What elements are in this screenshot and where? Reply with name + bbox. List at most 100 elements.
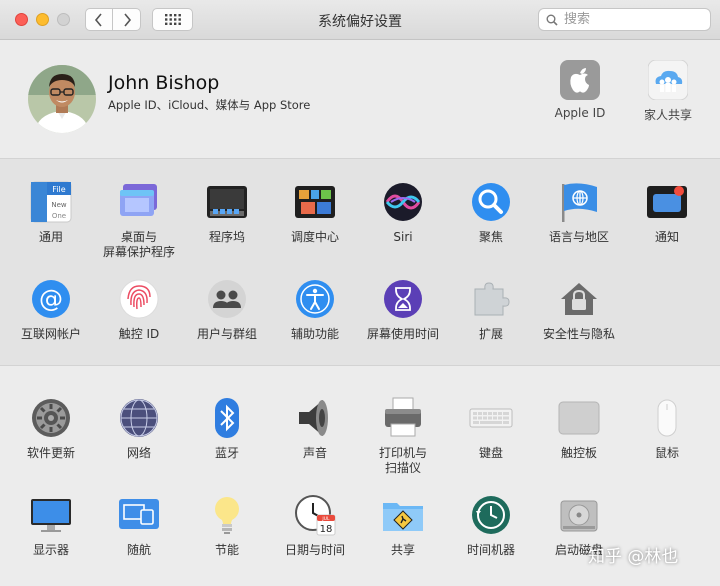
pane-dock[interactable]: 程序坞	[183, 180, 271, 245]
pane-security-privacy[interactable]: 安全性与隐私	[535, 277, 623, 342]
pane-network[interactable]: 网络	[95, 396, 183, 461]
title-bar: 系统偏好设置	[0, 0, 720, 40]
apple-logo-icon	[560, 60, 600, 100]
pane-family-sharing[interactable]: 家人共享	[628, 60, 708, 123]
back-button[interactable]	[85, 8, 113, 31]
user-subtitle: Apple ID、iCloud、媒体与 App Store	[108, 98, 311, 112]
hard-disk-icon	[560, 500, 598, 532]
fingerprint-icon	[119, 279, 159, 319]
avatar[interactable]	[28, 65, 96, 133]
pane-time-machine[interactable]: 时间机器	[447, 493, 535, 558]
pane-spotlight[interactable]: 聚焦	[447, 180, 535, 245]
pane-energy-saver[interactable]: 节能	[183, 493, 271, 558]
at-sign-icon: @	[32, 280, 70, 318]
pane-extensions-label: 扩展	[478, 327, 503, 341]
minimize-button[interactable]	[36, 13, 49, 26]
mouse-icon	[657, 399, 677, 437]
pane-mission-control[interactable]: 调度中心	[271, 180, 359, 245]
user-name: John Bishop	[108, 72, 220, 94]
pane-extensions[interactable]: 扩展	[447, 277, 535, 342]
family-sharing-icon	[648, 60, 688, 100]
pane-software-update[interactable]: 软件更新	[7, 396, 95, 461]
pane-apple-id[interactable]: Apple ID	[540, 60, 620, 120]
search-field[interactable]	[538, 8, 711, 31]
pane-siri[interactable]: Siri	[359, 180, 447, 245]
search-input[interactable]	[562, 11, 706, 28]
zoom-button[interactable]	[57, 13, 70, 26]
pane-desktop-label: 桌面与 屏幕保护程序	[102, 230, 175, 259]
pane-energy-saver-label: 节能	[214, 543, 239, 557]
pane-users-label: 用户与群组	[196, 327, 257, 341]
pane-accessibility[interactable]: 辅助功能	[271, 277, 359, 342]
clock-calendar-icon: JUL 18	[295, 495, 336, 536]
trackpad-icon	[558, 401, 600, 435]
pane-accessibility-label: 辅助功能	[290, 327, 339, 341]
general-icon-one: One	[52, 212, 66, 220]
pane-sidecar-label: 随航	[126, 543, 151, 557]
display-icon	[31, 499, 71, 532]
show-all-button[interactable]	[152, 8, 193, 31]
pane-touch-id[interactable]: 触控 ID	[95, 277, 183, 342]
notifications-icon	[647, 186, 687, 218]
pane-printers-scanners[interactable]: 打印机与 扫描仪	[359, 396, 447, 476]
pane-date-time[interactable]: JUL 18 日期与时间	[271, 493, 359, 558]
apple-id-label: Apple ID	[554, 106, 606, 120]
hourglass-icon	[384, 280, 422, 318]
pane-sharing[interactable]: 共享	[359, 493, 447, 558]
time-machine-icon	[472, 496, 510, 534]
pane-mouse-label: 鼠标	[654, 446, 679, 460]
close-button[interactable]	[15, 13, 28, 26]
sidecar-icon	[119, 499, 159, 529]
system-preferences-window: 系统偏好设置 John Bishop Apple ID、iCloud、	[0, 0, 720, 586]
window-title: 系统偏好设置	[318, 14, 402, 30]
house-lock-icon	[561, 283, 597, 315]
pane-desktop-screensaver[interactable]: 桌面与 屏幕保护程序	[95, 180, 183, 260]
watermark: 知乎 @林也	[588, 547, 679, 567]
flag-globe-icon	[562, 183, 597, 222]
pane-keyboard-label: 键盘	[478, 446, 503, 460]
pane-language-label: 语言与地区	[548, 230, 609, 244]
dock-icon	[207, 186, 247, 218]
chevron-left-icon	[94, 12, 102, 27]
pane-touch-id-label: 触控 ID	[118, 327, 160, 341]
personal-panes-section: File New One 通用 桌面与 屏幕保护程序 程序坞 调度中心 Siri…	[0, 159, 720, 366]
pane-notifications[interactable]: 通知	[623, 180, 711, 245]
pane-screen-time-label: 屏幕使用时间	[366, 327, 439, 341]
pane-trackpad-label: 触控板	[560, 446, 597, 460]
spotlight-icon	[472, 183, 510, 221]
pane-sound[interactable]: 声音	[271, 396, 359, 461]
pane-bluetooth[interactable]: 蓝牙	[183, 396, 271, 461]
pane-sharing-label: 共享	[390, 543, 415, 557]
pane-sound-label: 声音	[302, 446, 327, 460]
pane-sidecar[interactable]: 随航	[95, 493, 183, 558]
mission-control-icon	[295, 186, 335, 218]
general-icon-file: File	[52, 185, 65, 194]
pane-spotlight-label: 聚焦	[478, 230, 503, 244]
pane-network-label: 网络	[126, 446, 151, 460]
pane-internet-accounts-label: 互联网帐户	[20, 327, 81, 341]
pane-time-machine-label: 时间机器	[466, 543, 515, 557]
pane-mouse[interactable]: 鼠标	[623, 396, 711, 461]
general-icon-new: New	[51, 201, 67, 209]
pane-general[interactable]: File New One 通用	[7, 180, 95, 245]
printer-icon	[385, 397, 421, 437]
globe-icon	[120, 399, 158, 437]
svg-text:@: @	[39, 285, 63, 313]
pane-displays-label: 显示器	[32, 543, 69, 557]
pane-internet-accounts[interactable]: @ 互联网帐户	[7, 277, 95, 342]
pane-language-region[interactable]: 语言与地区	[535, 180, 623, 245]
pane-keyboard[interactable]: 键盘	[447, 396, 535, 461]
desktop-screensaver-icon	[120, 184, 157, 216]
pane-security-label: 安全性与隐私	[542, 327, 615, 341]
pane-mission-control-label: 调度中心	[290, 230, 339, 244]
puzzle-piece-icon	[474, 282, 510, 316]
pane-dock-label: 程序坞	[208, 230, 245, 244]
pane-trackpad[interactable]: 触控板	[535, 396, 623, 461]
gear-icon	[32, 399, 70, 437]
pane-screen-time[interactable]: 屏幕使用时间	[359, 277, 447, 342]
pane-date-time-label: 日期与时间	[284, 543, 345, 557]
pane-displays[interactable]: 显示器	[7, 493, 95, 558]
pane-bluetooth-label: 蓝牙	[214, 446, 239, 460]
pane-users-groups[interactable]: 用户与群组	[183, 277, 271, 342]
forward-button[interactable]	[113, 8, 141, 31]
